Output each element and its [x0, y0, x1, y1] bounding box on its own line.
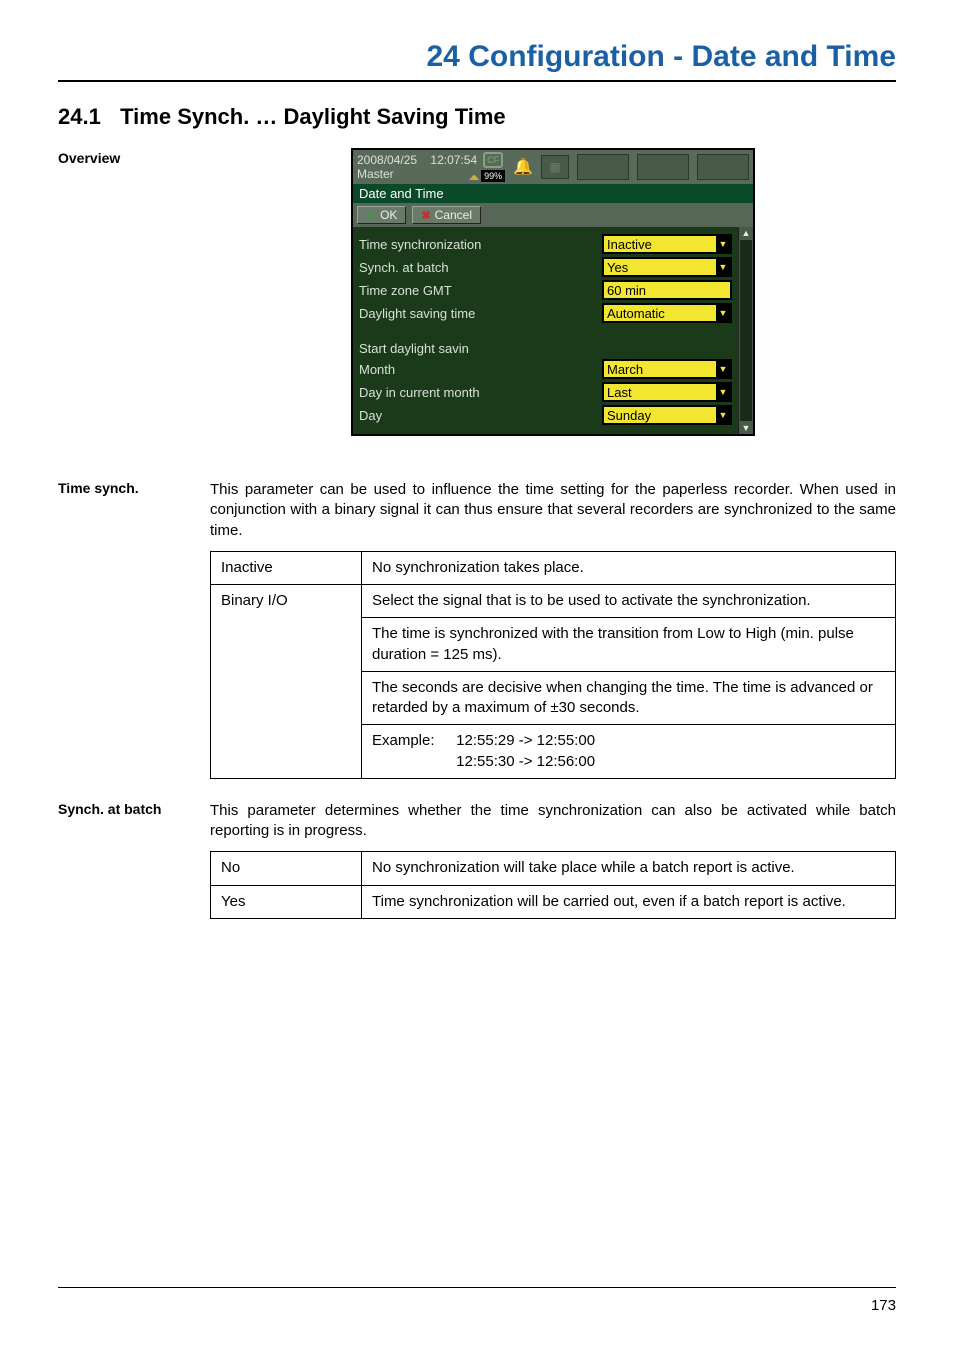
device-time: 12:07:54 [430, 153, 477, 167]
field-dst-value: Automatic [607, 306, 665, 321]
field-month-value: March [607, 362, 643, 377]
scroll-thumb[interactable] [740, 240, 752, 421]
chevron-down-icon: ▼ [716, 236, 730, 252]
device-screenshot: 2008/04/25 12:07:54 Master CF 99% 🔔 ▦ Da… [351, 148, 755, 436]
cell-no-key: No [211, 852, 362, 885]
field-label-timezone: Time zone GMT [359, 283, 602, 298]
field-dst[interactable]: Automatic ▼ [602, 303, 732, 323]
chevron-down-icon: ▼ [716, 259, 730, 275]
cell-yes-key: Yes [211, 885, 362, 918]
cell-binary-val3: The seconds are decisive when changing t… [362, 671, 896, 725]
field-day-in-month-value: Last [607, 385, 632, 400]
cell-inactive-key: Inactive [211, 551, 362, 584]
example-line1: 12:55:29 -> 12:55:00 [456, 732, 595, 749]
time-synch-table: Inactive No synchronization takes place.… [210, 551, 896, 779]
device-tab-2[interactable] [637, 154, 689, 180]
storage-percent: 99% [481, 170, 505, 182]
ok-button-label: OK [380, 208, 397, 222]
title-rule [58, 80, 896, 82]
cell-no-val: No synchronization will take place while… [362, 852, 896, 885]
cell-binary-key: Binary I/O [211, 585, 362, 779]
chevron-down-icon: ▼ [716, 384, 730, 400]
field-day[interactable]: Sunday ▼ [602, 405, 732, 425]
field-label-day-in-month: Day in current month [359, 385, 602, 400]
field-month[interactable]: March ▼ [602, 359, 732, 379]
section-title: 24.1 Time Synch. … Daylight Saving Time [58, 104, 896, 130]
table-row: Inactive No synchronization takes place. [211, 551, 896, 584]
field-synch-batch[interactable]: Yes ▼ [602, 257, 732, 277]
field-synch-batch-value: Yes [607, 260, 628, 275]
cell-binary-val1: Select the signal that is to be used to … [362, 585, 896, 618]
device-status-bar: 2008/04/25 12:07:54 Master CF 99% 🔔 ▦ [353, 150, 753, 184]
field-label-start-dst: Start daylight savin [359, 341, 732, 356]
field-day-value: Sunday [607, 408, 651, 423]
close-icon: ✖ [421, 209, 430, 222]
cancel-button-label: Cancel [435, 208, 472, 222]
device-tab-1[interactable] [577, 154, 629, 180]
field-timezone-value: 60 min [607, 283, 646, 298]
chevron-down-icon: ▼ [716, 361, 730, 377]
field-label-dst: Daylight saving time [359, 306, 602, 321]
field-timezone[interactable]: 60 min [602, 280, 732, 300]
scroll-up-icon: ▲ [742, 227, 751, 239]
chapter-title: 24 Configuration - Date and Time [58, 40, 896, 74]
field-label-month: Month [359, 362, 602, 377]
footer-rule [58, 1287, 896, 1288]
time-synch-intro: This parameter can be used to influence … [210, 480, 896, 541]
device-toolbar: ✔ OK ✖ Cancel [353, 203, 753, 227]
device-tab-3[interactable] [697, 154, 749, 180]
scroll-down-icon: ▼ [742, 422, 751, 434]
cell-yes-val: Time synchronization will be carried out… [362, 885, 896, 918]
time-synch-heading: Time synch. [58, 478, 210, 496]
synch-batch-intro: This parameter determines whether the ti… [210, 801, 896, 842]
field-label-day: Day [359, 408, 602, 423]
field-day-in-month[interactable]: Last ▼ [602, 382, 732, 402]
device-mode-icon[interactable]: ▦ [541, 155, 569, 179]
cf-card-icon: CF [483, 152, 503, 168]
section-number: 24.1 [58, 104, 114, 130]
device-title-bar: Date and Time [353, 184, 753, 203]
field-time-sync[interactable]: Inactive ▼ [602, 234, 732, 254]
field-label-time-sync: Time synchronization [359, 237, 602, 252]
cell-binary-example: Example: 12:55:29 -> 12:55:00 12:55:30 -… [362, 725, 896, 779]
chevron-down-icon: ▼ [716, 305, 730, 321]
chevron-down-icon: ▼ [716, 407, 730, 423]
cell-inactive-val: No synchronization takes place. [362, 551, 896, 584]
field-time-sync-value: Inactive [607, 237, 652, 252]
table-row: No No synchronization will take place wh… [211, 852, 896, 885]
table-row: Yes Time synchronization will be carried… [211, 885, 896, 918]
synch-batch-heading: Synch. at batch [58, 799, 210, 817]
cancel-button[interactable]: ✖ Cancel [412, 206, 481, 224]
device-role: Master [357, 167, 477, 181]
page-number: 173 [871, 1297, 896, 1314]
cell-binary-val2: The time is synchronized with the transi… [362, 618, 896, 672]
ok-button[interactable]: ✔ OK [357, 206, 406, 224]
section-heading-text: Time Synch. … Daylight Saving Time [120, 104, 506, 129]
synch-batch-table: No No synchronization will take place wh… [210, 851, 896, 919]
alarm-bell-icon: 🔔 [513, 157, 533, 177]
table-row: Binary I/O Select the signal that is to … [211, 585, 896, 618]
field-label-synch-batch: Synch. at batch [359, 260, 602, 275]
device-datetime: 2008/04/25 12:07:54 Master [357, 153, 477, 181]
scrollbar[interactable]: ▲ ▼ [738, 227, 753, 434]
check-icon: ✔ [366, 208, 376, 222]
example-label: Example: [372, 731, 452, 751]
example-line2: 12:55:30 -> 12:56:00 [456, 753, 595, 770]
device-date: 2008/04/25 [357, 153, 417, 167]
overview-heading: Overview [58, 148, 210, 166]
